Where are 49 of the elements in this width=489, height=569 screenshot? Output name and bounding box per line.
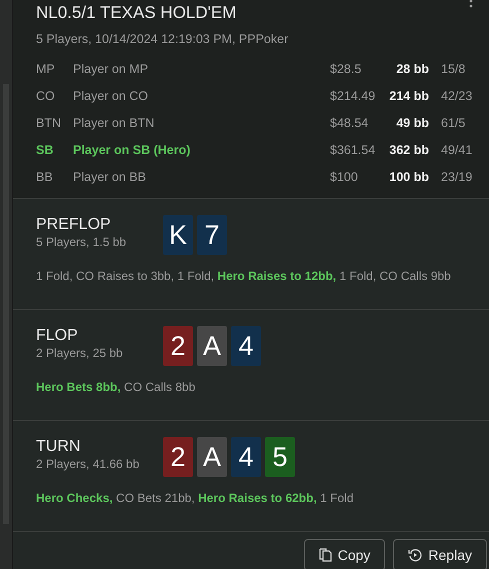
player-bb: 362 bb [388,142,429,159]
hand-subtitle: 5 Players, 10/14/2024 12:19:03 PM, PPPoker [36,32,290,46]
copy-button[interactable]: Copy [304,539,386,569]
street-info: 5 Players, 1.5 bb [36,235,128,249]
playing-card: A [197,326,227,366]
player-stats: 42/23 [441,88,472,105]
player-stats: 15/8 [441,61,466,78]
replay-icon [408,548,422,562]
player-position: BB [36,169,54,186]
playing-card: 5 [265,437,295,477]
player-stats: 49/41 [441,142,472,159]
replay-button[interactable]: Replay [393,539,487,569]
player-position: BTN [36,115,62,132]
street-actions: Hero Checks, CO Bets 21bb, Hero Raises to 62bb, 1 Fold [36,491,354,505]
playing-card: A [197,437,227,477]
player-stack: $48.54 [330,115,370,132]
street-title: FLOP [36,326,79,346]
player-stack: $361.54 [330,142,375,159]
street-info: 2 Players, 41.66 bb [36,457,140,471]
playing-card: 4 [231,326,261,366]
street-actions: Hero Bets 8bb, CO Calls 8bb [36,380,196,394]
playing-card: 7 [197,215,227,255]
street-actions: 1 Fold, CO Raises to 3bb, 1 Fold, Hero Raises to 12bb, 1 Fold, CO Calls 9bb [36,269,452,283]
street-title: PREFLOP [36,215,112,235]
player-bb: 100 bb [388,169,429,186]
copy-icon [318,548,332,562]
player-stats: 23/19 [441,169,472,186]
player-stack: $214.49 [330,88,375,105]
player-stack: $100 [330,169,359,186]
player-position: CO [36,88,56,105]
player-stack: $28.5 [330,61,362,78]
player-name: Player on CO [73,88,150,105]
player-name: Player on SB (Hero) [73,142,192,159]
player-name: Player on BB [73,169,147,186]
player-stats: 61/5 [441,115,466,132]
playing-card: 2 [163,437,193,477]
playing-card: 2 [163,326,193,366]
playing-card: K [163,215,193,255]
playing-card: 4 [231,437,261,477]
player-position: SB [36,142,54,159]
street-title: TURN [36,437,82,457]
hand-title: NL0.5/1 TEXAS HOLD'EM [36,2,236,24]
player-position: MP [36,61,56,78]
player-bb: 214 bb [388,88,429,105]
player-bb: 49 bb [395,115,429,132]
player-bb: 28 bb [395,61,429,78]
street-info: 2 Players, 25 bb [36,346,124,360]
player-name: Player on MP [73,61,150,78]
player-name: Player on BTN [73,115,156,132]
